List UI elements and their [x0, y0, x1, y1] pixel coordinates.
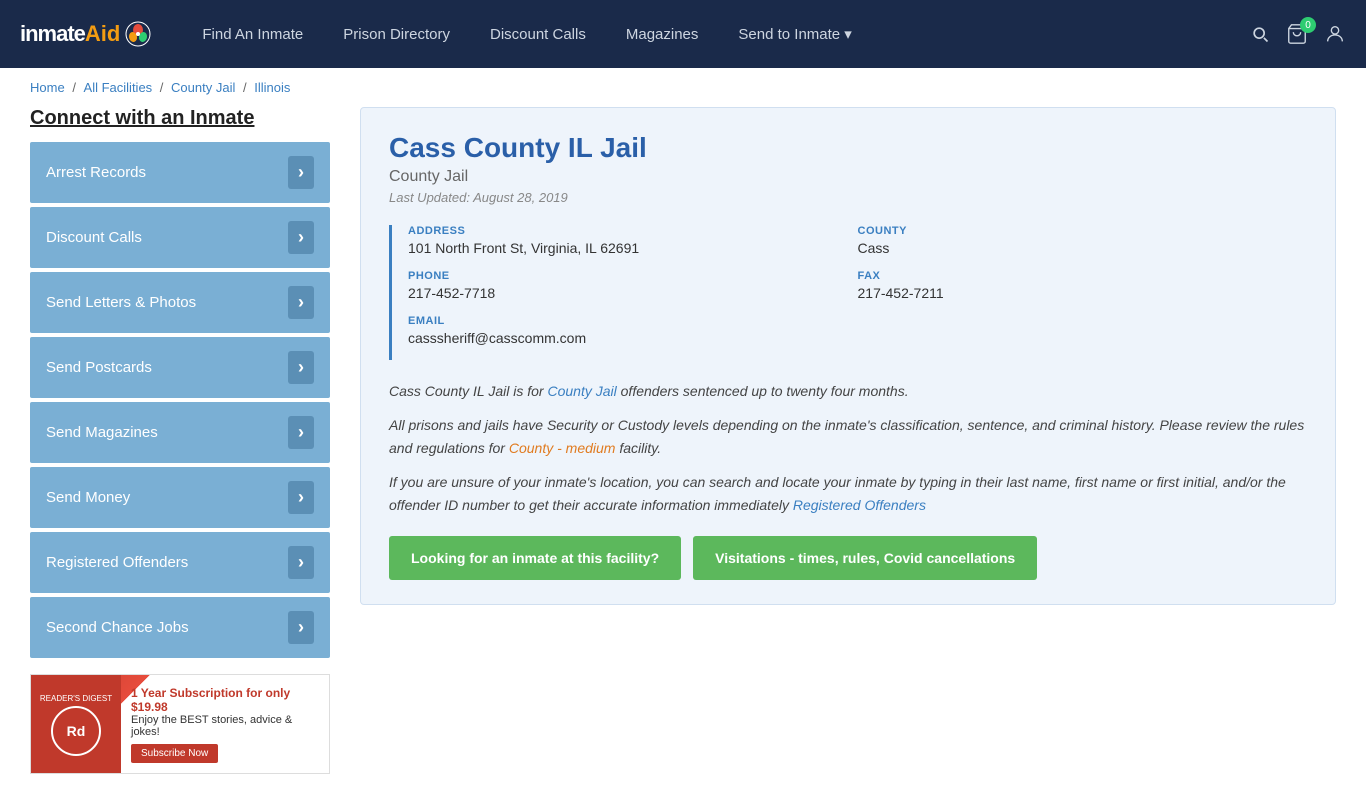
nav-send-to-inmate[interactable]: Send to Inmate ▾ [718, 1, 871, 67]
sidebar-item-send-postcards[interactable]: Send Postcards › [30, 337, 330, 398]
county-jail-link[interactable]: County Jail [547, 383, 616, 399]
nav-prison-directory[interactable]: Prison Directory [323, 2, 470, 67]
site-logo[interactable]: inmate Aid [20, 20, 152, 48]
breadcrumb-county-jail[interactable]: County Jail [171, 80, 235, 95]
arrow-icon-registered: › [288, 546, 314, 579]
ad-banner[interactable]: READER'S DIGEST Rd 1 Year Subscription f… [30, 674, 330, 774]
content-area: Cass County IL Jail County Jail Last Upd… [360, 107, 1336, 774]
sidebar-item-discount-calls[interactable]: Discount Calls › [30, 207, 330, 268]
breadcrumb-all-facilities[interactable]: All Facilities [84, 80, 153, 95]
jail-desc1: Cass County IL Jail is for County Jail o… [389, 380, 1307, 402]
jail-info-grid: ADDRESS 101 North Front St, Virginia, IL… [389, 225, 1307, 360]
phone-value: 217-452-7718 [408, 285, 858, 301]
jail-desc2: All prisons and jails have Security or C… [389, 414, 1307, 459]
ad-logo-area: READER'S DIGEST Rd [31, 675, 121, 773]
logo-icon [124, 20, 152, 48]
email-value: casssheriff@casscomm.com [408, 330, 1307, 346]
jail-fax-cell: FAX 217-452-7211 [858, 270, 1308, 301]
nav-find-inmate[interactable]: Find An Inmate [182, 2, 323, 67]
jail-card: Cass County IL Jail County Jail Last Upd… [360, 107, 1336, 605]
arrow-icon-money: › [288, 481, 314, 514]
navigation: inmate Aid Find An Inmate Prison Directo… [0, 0, 1366, 68]
sidebar-item-send-letters[interactable]: Send Letters & Photos › [30, 272, 330, 333]
cart-badge: 0 [1286, 23, 1308, 45]
sidebar-label-arrest: Arrest Records [46, 164, 146, 181]
jail-county-cell: COUNTY Cass [858, 225, 1308, 256]
cart-count: 0 [1300, 17, 1316, 33]
action-buttons: Looking for an inmate at this facility? … [389, 536, 1307, 580]
sidebar-label-postcards: Send Postcards [46, 359, 152, 376]
nav-discount-calls[interactable]: Discount Calls [470, 2, 606, 67]
jail-phone-cell: PHONE 217-452-7718 [408, 270, 858, 301]
search-icon [1250, 24, 1270, 44]
nav-right: 0 [1250, 23, 1346, 45]
breadcrumb-home[interactable]: Home [30, 80, 65, 95]
visitations-button[interactable]: Visitations - times, rules, Covid cancel… [693, 536, 1037, 580]
jail-desc3: If you are unsure of your inmate's locat… [389, 471, 1307, 516]
fax-label: FAX [858, 270, 1308, 282]
jail-name: Cass County IL Jail [389, 132, 1307, 164]
sidebar-title: Connect with an Inmate [30, 107, 330, 130]
ad-brand-circle: Rd [51, 706, 101, 756]
user-icon [1324, 23, 1346, 45]
ad-subscribe-button[interactable]: Subscribe Now [131, 744, 218, 763]
arrow-icon-arrest: › [288, 156, 314, 189]
find-inmate-button[interactable]: Looking for an inmate at this facility? [389, 536, 681, 580]
sidebar: Connect with an Inmate Arrest Records › … [30, 107, 330, 774]
nav-links: Find An Inmate Prison Directory Discount… [182, 1, 1250, 67]
search-button[interactable] [1250, 24, 1270, 44]
cart-button[interactable]: 0 [1286, 23, 1308, 45]
arrow-icon-magazines: › [288, 416, 314, 449]
sidebar-item-arrest-records[interactable]: Arrest Records › [30, 142, 330, 203]
main-container: Connect with an Inmate Arrest Records › … [0, 107, 1366, 804]
sidebar-label-discount: Discount Calls [46, 229, 142, 246]
fax-value: 217-452-7211 [858, 285, 1308, 301]
county-label: COUNTY [858, 225, 1308, 237]
nav-magazines[interactable]: Magazines [606, 2, 719, 67]
sidebar-label-registered: Registered Offenders [46, 554, 188, 571]
user-button[interactable] [1324, 23, 1346, 45]
jail-type: County Jail [389, 168, 1307, 186]
email-label: EMAIL [408, 315, 1307, 327]
ad-content: 1 Year Subscription for only $19.98 Enjo… [121, 678, 329, 771]
sidebar-label-magazines: Send Magazines [46, 424, 158, 441]
breadcrumb-illinois[interactable]: Illinois [254, 80, 290, 95]
ad-subtext: Enjoy the BEST stories, advice & jokes! [131, 714, 292, 738]
arrow-icon-postcards: › [288, 351, 314, 384]
ad-brand-label: READER'S DIGEST [36, 692, 116, 706]
county-medium-link[interactable]: County - medium [509, 440, 616, 456]
sidebar-label-jobs: Second Chance Jobs [46, 619, 189, 636]
ad-headline: 1 Year Subscription for only $19.98 [131, 686, 290, 714]
arrow-icon-jobs: › [288, 611, 314, 644]
sidebar-item-second-chance[interactable]: Second Chance Jobs › [30, 597, 330, 658]
arrow-icon-discount: › [288, 221, 314, 254]
sidebar-label-letters: Send Letters & Photos [46, 294, 196, 311]
arrow-icon-letters: › [288, 286, 314, 319]
sidebar-item-send-money[interactable]: Send Money › [30, 467, 330, 528]
breadcrumb: Home / All Facilities / County Jail / Il… [0, 68, 1366, 107]
jail-address-cell: ADDRESS 101 North Front St, Virginia, IL… [408, 225, 858, 256]
ad-banner-inner: READER'S DIGEST Rd 1 Year Subscription f… [31, 675, 329, 773]
address-label: ADDRESS [408, 225, 858, 237]
jail-updated: Last Updated: August 28, 2019 [389, 190, 1307, 205]
logo-aid: Aid [85, 21, 120, 47]
logo-text: inmate [20, 21, 85, 47]
sidebar-item-send-magazines[interactable]: Send Magazines › [30, 402, 330, 463]
phone-label: PHONE [408, 270, 858, 282]
address-value: 101 North Front St, Virginia, IL 62691 [408, 240, 858, 256]
jail-email-cell: EMAIL casssheriff@casscomm.com [408, 315, 1307, 346]
sidebar-label-money: Send Money [46, 489, 130, 506]
county-value: Cass [858, 240, 1308, 256]
sidebar-item-registered-offenders[interactable]: Registered Offenders › [30, 532, 330, 593]
registered-offenders-link[interactable]: Registered Offenders [793, 497, 926, 513]
